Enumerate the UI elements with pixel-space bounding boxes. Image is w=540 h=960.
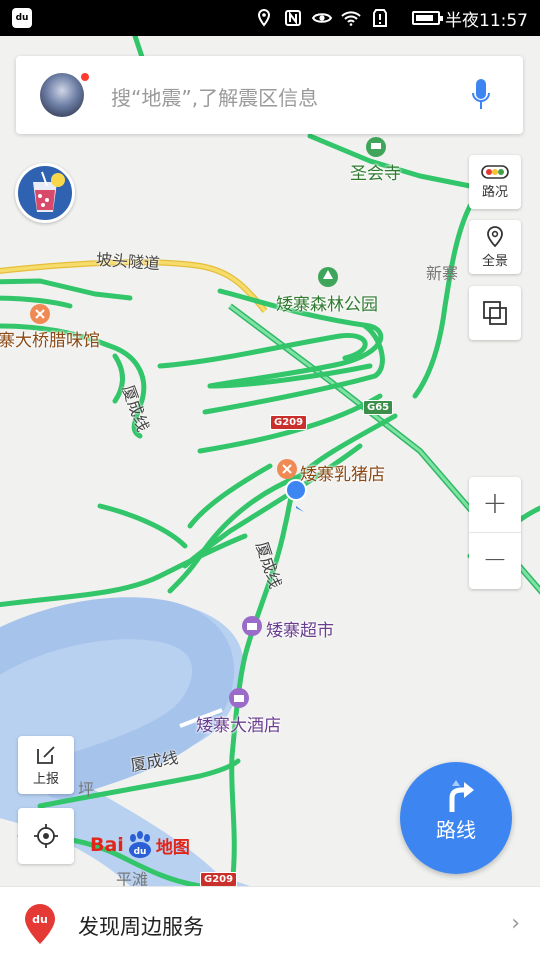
baidu-paw-icon: du: [128, 831, 151, 858]
shield-g209-bottom: G209: [200, 872, 238, 886]
zoom-in-button[interactable]: +: [469, 477, 521, 533]
microphone-icon[interactable]: [471, 78, 491, 112]
traffic-light-icon: [481, 164, 509, 179]
park-label: 矮寨森林公园: [276, 295, 378, 315]
promo-drink-icon[interactable]: [15, 163, 75, 223]
temple-label: 圣会寺: [350, 164, 401, 184]
chevron-right-icon: ›: [511, 911, 520, 936]
avatar[interactable]: [40, 73, 84, 117]
status-time: 半夜11:57: [445, 11, 528, 31]
restaurant-label-1: 寨大桥腊味馆: [0, 331, 100, 351]
shield-g65: G65: [363, 400, 394, 415]
location-pin-icon: du: [25, 904, 55, 944]
traffic-label: 路况: [481, 184, 508, 200]
report-label: 上报: [32, 771, 59, 787]
zoom-controls: + −: [469, 477, 521, 589]
edit-icon: [37, 745, 55, 764]
restaurant-label-2: 矮寨乳猪店: [300, 465, 385, 485]
app-notification-icon: du: [12, 8, 32, 28]
nearby-services-label: 发现周边服务: [78, 915, 204, 939]
turn-right-arrow-icon: [449, 780, 474, 812]
supermarket-label: 矮寨超市: [266, 621, 334, 641]
target-icon: [34, 824, 58, 848]
shield-g209-top: G209: [270, 415, 308, 430]
overview-label: 全景: [481, 253, 508, 269]
hotel-label: 矮寨大酒店: [196, 716, 281, 736]
eye-icon: [312, 9, 332, 27]
notification-dot: [80, 72, 90, 82]
map-graphics: [0, 36, 540, 886]
nearby-services-bar[interactable]: du 发现周边服务 ›: [0, 886, 540, 960]
battery-icon: [412, 11, 443, 25]
status-icons: [254, 7, 390, 29]
map-canvas[interactable]: 圣会寺 坡头隧道 新寨 矮寨森林公园 寨大桥腊味馆 厦成线 矮寨乳猪店 厦成线 …: [0, 36, 540, 886]
baidu-logo: Bai du 地图: [90, 830, 190, 860]
overview-button[interactable]: 全景: [469, 220, 521, 274]
town-label-pingtan: 平滩: [116, 870, 149, 886]
search-bar[interactable]: 搜“地震”,了解震区信息: [16, 56, 523, 134]
traffic-button[interactable]: 路况: [469, 155, 521, 209]
location-icon: [254, 9, 274, 27]
report-button[interactable]: 上报: [18, 736, 74, 794]
panorama-pin-icon: [487, 225, 503, 247]
baidu-du-text: du: [133, 847, 146, 857]
route-button[interactable]: 路线: [400, 762, 512, 874]
tunnel-label: 坡头隧道: [95, 249, 161, 274]
wifi-icon: [341, 9, 361, 27]
status-bar: du 半夜11:57: [0, 0, 540, 36]
nfc-icon: [283, 9, 303, 27]
layers-button[interactable]: [469, 286, 521, 340]
layers-icon: [483, 301, 507, 325]
locate-button[interactable]: [18, 808, 74, 864]
pin-du-text: du: [32, 913, 48, 926]
route-label: 路线: [436, 818, 476, 842]
zoom-out-button[interactable]: −: [469, 533, 521, 589]
alert-icon: [370, 9, 390, 27]
town-label-ping: 坪: [78, 780, 95, 799]
search-input[interactable]: 搜“地震”,了解震区信息: [111, 82, 318, 111]
town-label-xinzhai: 新寨: [426, 264, 459, 283]
